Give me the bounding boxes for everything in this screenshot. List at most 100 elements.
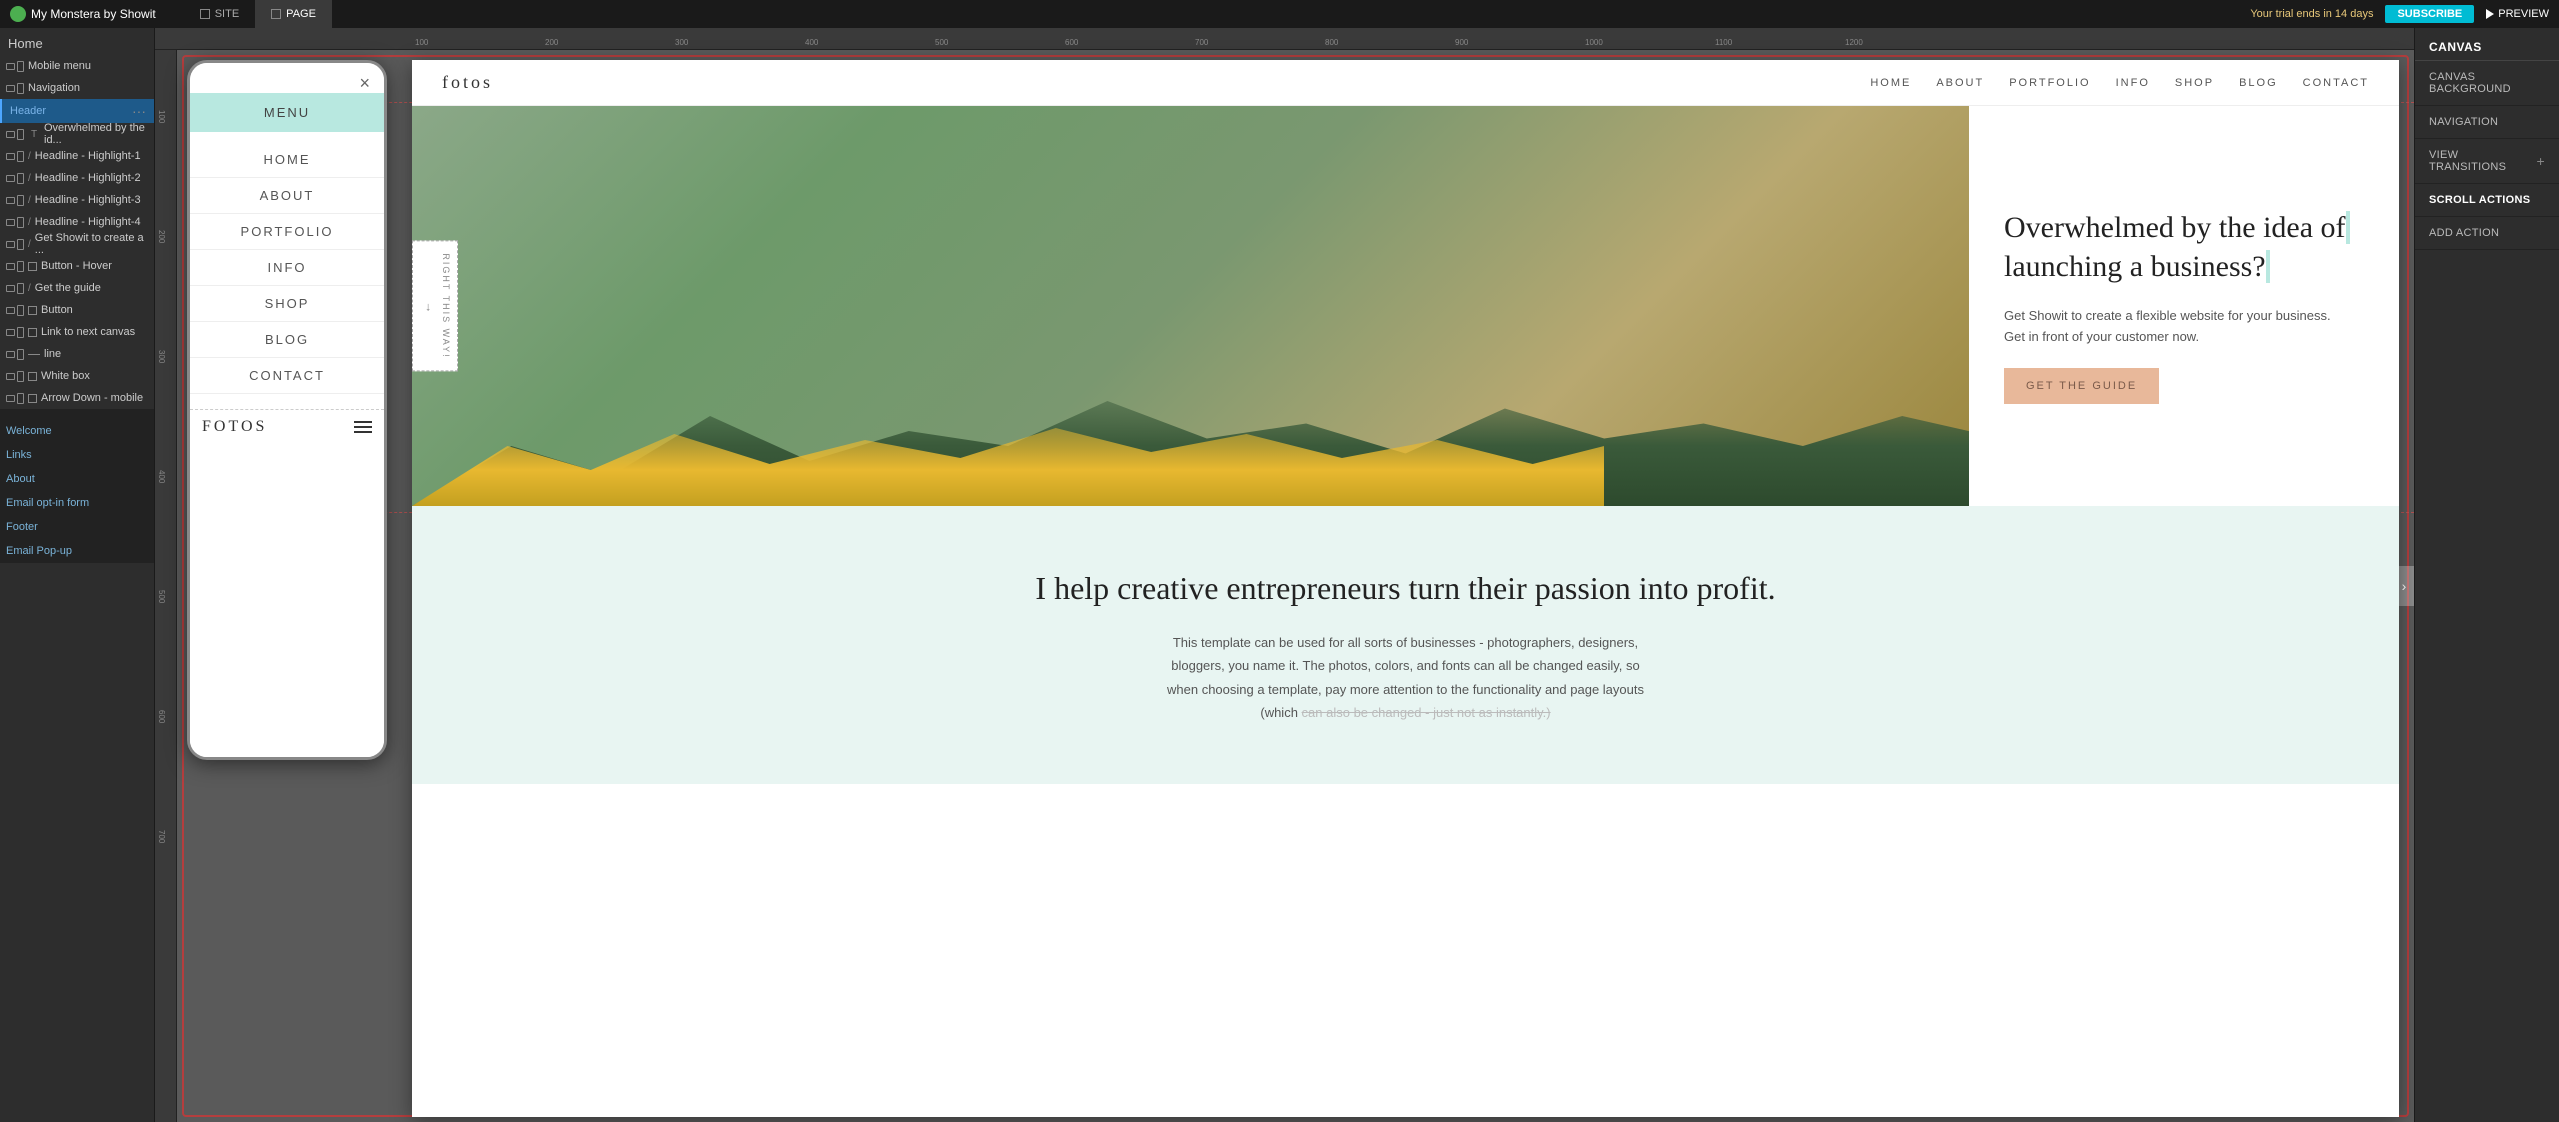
right-panel-add-action[interactable]: ADD ACTION — [2415, 217, 2559, 250]
mobile-menu-item-info[interactable]: INFO — [190, 250, 384, 286]
d-icon4 — [6, 197, 15, 204]
d-icon6 — [6, 241, 15, 248]
desktop-cta-button[interactable]: GET THE GUIDE — [2004, 368, 2159, 404]
mobile-fotos-header: FOTOS — [190, 409, 384, 444]
mobile-menu-item-shop[interactable]: SHOP — [190, 286, 384, 322]
sidebar-item-welcome[interactable]: Welcome — [0, 419, 154, 443]
sidebar-item-email-popup[interactable]: Email Pop-up — [0, 539, 154, 563]
sidebar-item-email-opt-in[interactable]: Email opt-in form — [0, 491, 154, 515]
nav-item-portfolio[interactable]: PORTFOLIO — [2009, 77, 2090, 89]
strikethrough-text: can also be changed - just not as instan… — [1302, 705, 1551, 720]
canvas-area: 100 200 300 400 500 600 700 800 900 1000… — [155, 28, 2414, 1122]
sidebar-label-mobile-menu: Mobile menu — [28, 60, 91, 72]
preview-button[interactable]: PREVIEW — [2486, 8, 2549, 20]
right-panel: CANVAS CANVAS BACKGROUND NAVIGATION VIEW… — [2414, 28, 2559, 1122]
m-icon3 — [17, 173, 24, 184]
m-icon6 — [17, 239, 24, 250]
sidebar-item-headline2[interactable]: / Headline - Highlight-2 — [0, 167, 154, 189]
mobile-menu-item-blog[interactable]: BLOG — [190, 322, 384, 358]
right-panel-canvas-bg[interactable]: CANVAS BACKGROUND — [2415, 61, 2559, 106]
sidebar-item-button[interactable]: Button — [0, 299, 154, 321]
slash-icon: / — [28, 151, 31, 162]
m-icon8 — [17, 283, 24, 294]
nav-item-info[interactable]: INFO — [2116, 77, 2150, 89]
sidebar-item-get-showit[interactable]: / Get Showit to create a ... — [0, 233, 154, 255]
trial-text: Your trial ends in 14 days — [2250, 8, 2373, 20]
sidebar-item-links[interactable]: Links — [0, 443, 154, 467]
mobile-preview-inner: × MENU HOME ABOUT PORTFOLIO INFO SHOP BL… — [190, 63, 384, 757]
sidebar-item-overwhelmed[interactable]: T Overwhelmed by the id... — [0, 123, 154, 145]
sidebar-label-link-next: Link to next canvas — [41, 326, 135, 338]
desktop-hero-box: Overwhelmed by the idea of launching a b… — [1969, 106, 2399, 506]
sidebar-item-footer[interactable]: Footer — [0, 515, 154, 539]
sidebar-item-about[interactable]: About — [0, 467, 154, 491]
sidebar-item-button-hover[interactable]: Button - Hover — [0, 255, 154, 277]
sidebar-item-header[interactable]: Header ··· — [0, 99, 154, 123]
desktop-hero-subtitle: Get Showit to create a flexible website … — [2004, 306, 2364, 348]
right-panel-scroll-actions[interactable]: SCROLL ACTIONS — [2415, 184, 2559, 217]
sidebar-item-headline3[interactable]: / Headline - Highlight-3 — [0, 189, 154, 211]
desktop-icon — [6, 63, 15, 70]
page-tab[interactable]: PAGE — [255, 0, 332, 28]
subscribe-button[interactable]: SUBSCRIBE — [2385, 5, 2474, 23]
mobile-icon2 — [17, 83, 24, 94]
d-icon12 — [6, 373, 15, 380]
hero-title-line1: Overwhelmed by the idea of — [2004, 211, 2350, 244]
topbar-right: Your trial ends in 14 days SUBSCRIBE PRE… — [2250, 5, 2549, 23]
sidebar-label-line: line — [44, 348, 61, 360]
slash-icon3: / — [28, 195, 31, 206]
ruler-vertical: 100 200 300 400 500 600 700 — [155, 50, 177, 1122]
m-icon2 — [17, 151, 24, 162]
canvas-section-label: CANVAS — [2415, 28, 2559, 61]
sq-icon3 — [28, 328, 37, 337]
sidebar-item-line[interactable]: line — [0, 343, 154, 365]
slash-icon5: / — [28, 239, 31, 250]
desktop-hero: ← RIGHT THIS WAY! Overwhelmed by the ide… — [412, 106, 2399, 506]
hero-highlight-2 — [2266, 250, 2270, 283]
mobile-menu-item-portfolio[interactable]: PORTFOLIO — [190, 214, 384, 250]
d-icon10 — [6, 329, 15, 336]
site-tab-icon — [200, 9, 210, 19]
sidebar-label-headline3: Headline - Highlight-3 — [35, 194, 141, 206]
mobile-menu-items: HOME ABOUT PORTFOLIO INFO SHOP BLOG CONT… — [190, 132, 384, 404]
slash-icon4: / — [28, 217, 31, 228]
nav-item-about[interactable]: ABOUT — [1936, 77, 1984, 89]
sidebar-item-mobile-menu[interactable]: Mobile menu — [0, 55, 154, 77]
mobile-menu-overlay: × MENU HOME ABOUT PORTFOLIO INFO SHOP BL… — [190, 63, 384, 757]
desktop-nav: fotos HOME ABOUT PORTFOLIO INFO SHOP BLO… — [412, 60, 2399, 106]
mobile-hamburger-icon[interactable] — [354, 421, 372, 433]
sidebar-item-headline1[interactable]: / Headline - Highlight-1 — [0, 145, 154, 167]
view-transitions-plus-icon[interactable]: + — [2537, 153, 2545, 169]
header-options-icon[interactable]: ··· — [132, 104, 146, 118]
sidebar-item-white-box[interactable]: White box — [0, 365, 154, 387]
site-tab[interactable]: SITE — [184, 0, 255, 28]
d-icon11 — [6, 351, 15, 358]
m-icon12 — [17, 371, 24, 382]
sidebar-item-navigation[interactable]: Navigation — [0, 77, 154, 99]
sidebar-label-overwhelmed: Overwhelmed by the id... — [44, 122, 148, 146]
sidebar-item-get-the-guide[interactable]: / Get the guide — [0, 277, 154, 299]
sidebar-item-headline4[interactable]: / Headline - Highlight-4 — [0, 211, 154, 233]
mobile-menu-item-home[interactable]: HOME — [190, 142, 384, 178]
nav-item-contact[interactable]: CONTACT — [2303, 77, 2369, 89]
mobile-menu-item-contact[interactable]: CONTACT — [190, 358, 384, 394]
right-panel-navigation[interactable]: NAVIGATION — [2415, 106, 2559, 139]
mobile-menu-item-about[interactable]: ABOUT — [190, 178, 384, 214]
canvas-content: × MENU HOME ABOUT PORTFOLIO INFO SHOP BL… — [177, 50, 2414, 1122]
nav-item-blog[interactable]: BLOG — [2239, 77, 2278, 89]
d-icon13 — [6, 395, 15, 402]
sidebar-item-link-next[interactable]: Link to next canvas — [0, 321, 154, 343]
page-tab-icon — [271, 9, 281, 19]
sidebar-item-arrow-down[interactable]: Arrow Down - mobile — [0, 387, 154, 409]
mobile-menu-close-button[interactable]: × — [359, 73, 370, 94]
right-panel-view-transitions[interactable]: VIEW TRANSITIONS + — [2415, 139, 2559, 184]
app-logo: My Monstera by Showit — [10, 6, 156, 22]
nav-item-shop[interactable]: SHOP — [2175, 77, 2214, 89]
nav-item-home[interactable]: HOME — [1870, 77, 1911, 89]
sidebar-label-headline1: Headline - Highlight-1 — [35, 150, 141, 162]
d-icon5 — [6, 219, 15, 226]
vertical-tab[interactable]: ← RIGHT THIS WAY! — [412, 240, 458, 371]
mobile-fotos-logo: FOTOS — [202, 418, 267, 436]
m-icon13 — [17, 393, 24, 404]
sidebar-label-headline4: Headline - Highlight-4 — [35, 216, 141, 228]
